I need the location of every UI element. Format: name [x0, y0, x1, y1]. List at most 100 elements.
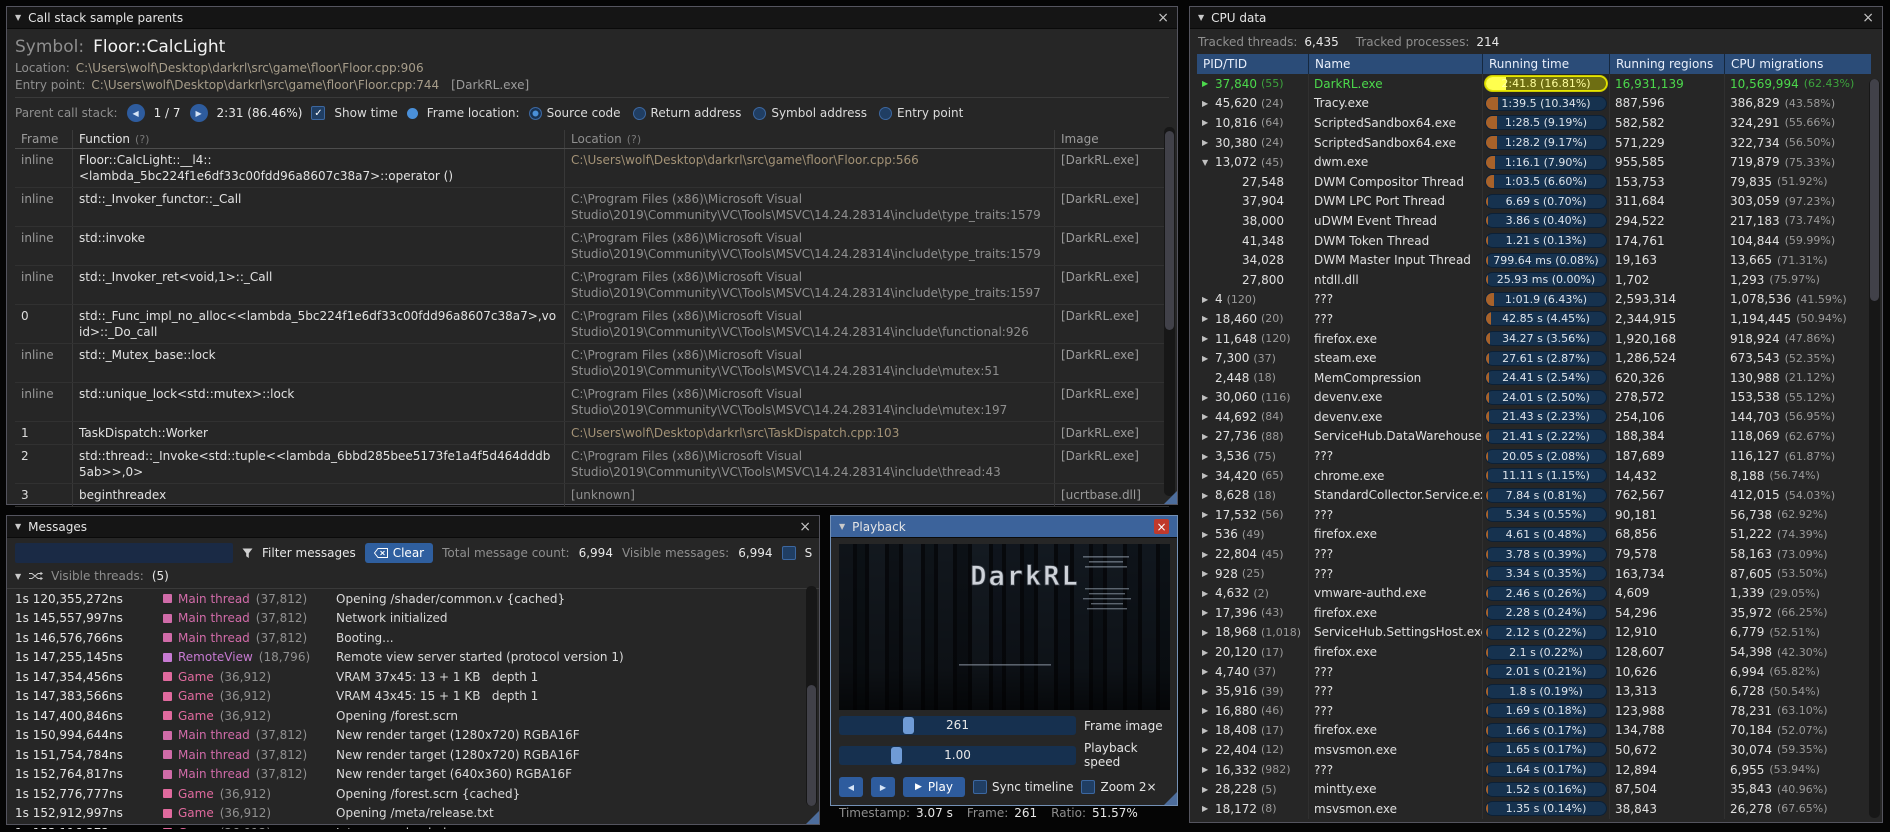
expand-icon[interactable]: ▶ [1202, 569, 1215, 578]
expand-icon[interactable]: ▶ [1202, 354, 1215, 363]
cpu-row[interactable]: ▶ 4,632 (2) vmware-authd.exe 2.46 s (0.2… [1197, 583, 1882, 604]
message-row[interactable]: 1s 151,754,784ns Main thread (37,812) Ne… [11, 745, 815, 765]
cpu-row[interactable]: ▶ 27,736 (88) ServiceHub.DataWarehouseH … [1197, 426, 1882, 447]
running-regions-column-header[interactable]: Running regions [1610, 54, 1725, 74]
frame-location-radio[interactable]: Return address [632, 106, 741, 120]
callstack-row[interactable]: inline std::_Invoker_ret<void,1>::_Call … [15, 266, 1169, 305]
cpu-row[interactable]: ▶ 30,380 (24) ScriptedSandbox64.exe 1:28… [1197, 132, 1882, 153]
collapse-icon[interactable]: ▼ [1198, 13, 1204, 22]
sync-timeline-checkbox[interactable] [972, 780, 987, 794]
resize-grip[interactable] [806, 811, 819, 824]
expand-icon[interactable]: ▶ [1202, 471, 1215, 480]
cpu-row[interactable]: ▶ 34,420 (65) chrome.exe 11.11 s (1.15%)… [1197, 465, 1882, 486]
cpu-row[interactable]: ▶ 16,332 (982) ??? 1.64 s (0.17%) 12,894 [1197, 759, 1882, 780]
expand-icon[interactable]: ▶ [1202, 295, 1215, 304]
message-row[interactable]: 1s 120,355,272ns Main thread (37,812) Op… [11, 589, 815, 609]
callstack-row[interactable]: 0 std::_Func_impl_no_alloc<<lambda_5bc22… [15, 305, 1169, 344]
cpu-row[interactable]: ▶ 11,648 (120) firefox.exe 34.27 s (3.56… [1197, 328, 1882, 349]
message-row[interactable]: 1s 153,116,372ns Game (36,912) Intro men… [11, 823, 815, 829]
cpu-row[interactable]: ▶ 30,060 (116) devenv.exe 24.01 s (2.50%… [1197, 387, 1882, 408]
cpu-row[interactable]: ▶ 28,228 (5) mintty.exe 1.52 s (0.16%) 8… [1197, 779, 1882, 799]
speed-slider[interactable]: 1.00 [839, 745, 1076, 765]
name-column-header[interactable]: Name [1309, 54, 1483, 74]
expand-icon[interactable]: ▶ [1202, 804, 1215, 813]
cpu-row[interactable]: ▶ 18,172 (8) msvsmon.exe 1.35 s (0.14%) … [1197, 798, 1882, 819]
collapse-icon[interactable]: ▼ [15, 522, 21, 531]
filter-input[interactable] [15, 543, 233, 563]
expand-icon[interactable]: ▶ [1202, 589, 1215, 598]
collapse-icon[interactable]: ▼ [15, 13, 21, 22]
callstack-row[interactable]: inline std::invoke C:\Program Files (x86… [15, 227, 1169, 266]
message-row[interactable]: 1s 146,576,766ns Main thread (37,812) Bo… [11, 628, 815, 648]
cpu-row[interactable]: ▶ 20,120 (17) firefox.exe 2.1 s (0.22%) … [1197, 642, 1882, 662]
cpu-row[interactable]: ▶ 10,816 (64) ScriptedSandbox64.exe 1:28… [1197, 113, 1882, 133]
message-row[interactable]: 1s 147,354,456ns Game (36,912) VRAM 37x4… [11, 667, 815, 687]
callstack-row[interactable]: 3 beginthreadex [unknown] [ucrtbase.dll] [15, 484, 1169, 507]
image-column-header[interactable]: Image [1055, 130, 1155, 148]
cpu-migrations-column-header[interactable]: CPU migrations [1725, 54, 1871, 74]
cpu-row[interactable]: ▶ 22,804 (45) ??? 3.78 s (0.39%) 79,578 [1197, 544, 1882, 564]
cpu-row[interactable]: ▶ 17,532 (56) ??? 5.34 s (0.55%) 90,181 [1197, 505, 1882, 525]
resize-grip[interactable] [1164, 792, 1177, 805]
expand-icon[interactable]: ▶ [1202, 765, 1215, 774]
next-frame-button[interactable]: ▶ [871, 777, 895, 797]
cpu-row[interactable]: ▶ 35,916 (39) ??? 1.8 s (0.19%) 13,313 6… [1197, 681, 1882, 701]
close-icon[interactable]: × [1862, 11, 1874, 25]
cpu-row[interactable]: ▶ 17,396 (43) firefox.exe 2.28 s (0.24%)… [1197, 603, 1882, 623]
cpu-row[interactable]: 27,548 DWM Compositor Thread 1:03.5 (6.6… [1197, 171, 1882, 192]
collapse-icon[interactable]: ▼ [15, 572, 21, 581]
cpu-row[interactable]: ▶ 7,300 (37) steam.exe 27.61 s (2.87%) 1… [1197, 348, 1882, 368]
expand-icon[interactable]: ▶ [1202, 530, 1215, 539]
messages-titlebar[interactable]: ▼ Messages × [7, 516, 819, 538]
cpu-row[interactable]: ▼ 13,072 (45) dwm.exe 1:16.1 (7.90%) 955… [1197, 152, 1882, 172]
cpu-row[interactable]: 27,800 ntdll.dll 25.93 ms (0.00%) 1,702 [1197, 269, 1882, 290]
callstack-row[interactable]: 2 std::thread::_Invoke<std::tuple<<lambd… [15, 445, 1169, 484]
expand-icon[interactable]: ▶ [1202, 491, 1215, 500]
expand-icon[interactable]: ▶ [1202, 412, 1215, 421]
expand-icon[interactable]: ▶ [1202, 785, 1215, 794]
expand-icon[interactable]: ▼ [1202, 158, 1215, 167]
message-row[interactable]: 1s 150,994,644ns Main thread (37,812) Ne… [11, 726, 815, 746]
callstack-row[interactable]: inline Floor::CalcLight::__l4::<lambda_5… [15, 149, 1169, 188]
play-button[interactable]: ▶ Play [903, 777, 965, 797]
cpu-row[interactable]: ▶ 16,880 (46) ??? 1.69 s (0.18%) 123,988 [1197, 701, 1882, 721]
scrollbar[interactable] [806, 586, 817, 806]
callstack-row[interactable]: inline std::unique_lock<std::mutex>::loc… [15, 383, 1169, 422]
expand-icon[interactable]: ▶ [1202, 706, 1215, 715]
expand-icon[interactable]: ▶ [1202, 138, 1215, 147]
scrollbar[interactable] [1164, 127, 1175, 496]
message-row[interactable]: 1s 147,400,846ns Game (36,912) Opening /… [11, 706, 815, 726]
expand-icon[interactable]: ▶ [1202, 648, 1215, 657]
show-time-checkbox[interactable]: ✓ [311, 106, 326, 120]
cpu-row[interactable]: ▶ 44,692 (84) devenv.exe 21.43 s (2.23%)… [1197, 407, 1882, 427]
prev-parent-button[interactable]: ◀ [126, 104, 145, 122]
cpu-row[interactable]: 2,448 (18) MemCompression 24.41 s (2.54%… [1197, 367, 1882, 388]
cpu-row[interactable]: ▶ 536 (49) firefox.exe 4.61 s (0.48%) 68… [1197, 524, 1882, 545]
expand-icon[interactable]: ▶ [1202, 314, 1215, 323]
message-row[interactable]: 1s 147,255,145ns RemoteView (18,796) Rem… [11, 648, 815, 668]
message-row[interactable]: 1s 152,912,997ns Game (36,912) Opening /… [11, 804, 815, 824]
frame-location-radio[interactable]: Source code [528, 106, 621, 120]
expand-icon[interactable]: ▶ [1202, 99, 1215, 108]
playback-titlebar[interactable]: ▼ Playback × [831, 516, 1177, 538]
cpu-row[interactable]: 34,028 DWM Master Input Thread 799.64 ms… [1197, 250, 1882, 270]
expand-icon[interactable]: ▶ [1202, 79, 1215, 88]
expand-icon[interactable]: ▶ [1202, 745, 1215, 754]
cpu-row[interactable]: ▶ 18,968 (1,018) ServiceHub.SettingsHost… [1197, 622, 1882, 643]
callstack-titlebar[interactable]: ▼ Call stack sample parents × [7, 7, 1177, 29]
resize-grip[interactable] [1164, 491, 1177, 504]
cpu-row[interactable]: ▶ 8,628 (18) StandardCollector.Service.e… [1197, 485, 1882, 506]
cpu-titlebar[interactable]: ▼ CPU data × [1190, 7, 1882, 29]
callstack-row[interactable]: 1 TaskDispatch::Worker C:\Users\wolf\Des… [15, 422, 1169, 445]
scrollbar-thumb[interactable] [807, 685, 816, 806]
expand-icon[interactable]: ▶ [1202, 118, 1215, 127]
cpu-row[interactable]: ▶ 4 (120) ??? 1:01.9 (6.43%) 2,593,314 1… [1197, 289, 1882, 310]
expand-icon[interactable]: ▶ [1202, 726, 1215, 735]
cpu-row[interactable]: ▶ 18,460 (20) ??? 42.85 s (4.45%) 2,344,… [1197, 309, 1882, 329]
scrollbar[interactable] [1869, 79, 1880, 818]
message-row[interactable]: 1s 152,764,817ns Main thread (37,812) Ne… [11, 765, 815, 785]
show-images-checkbox[interactable] [781, 546, 796, 560]
frame-location-radio[interactable]: Entry point [879, 106, 963, 120]
prev-frame-button[interactable]: ◀ [839, 777, 863, 797]
cpu-row[interactable]: ▶ 3,536 (75) ??? 20.05 s (2.08%) 187,689 [1197, 446, 1882, 466]
